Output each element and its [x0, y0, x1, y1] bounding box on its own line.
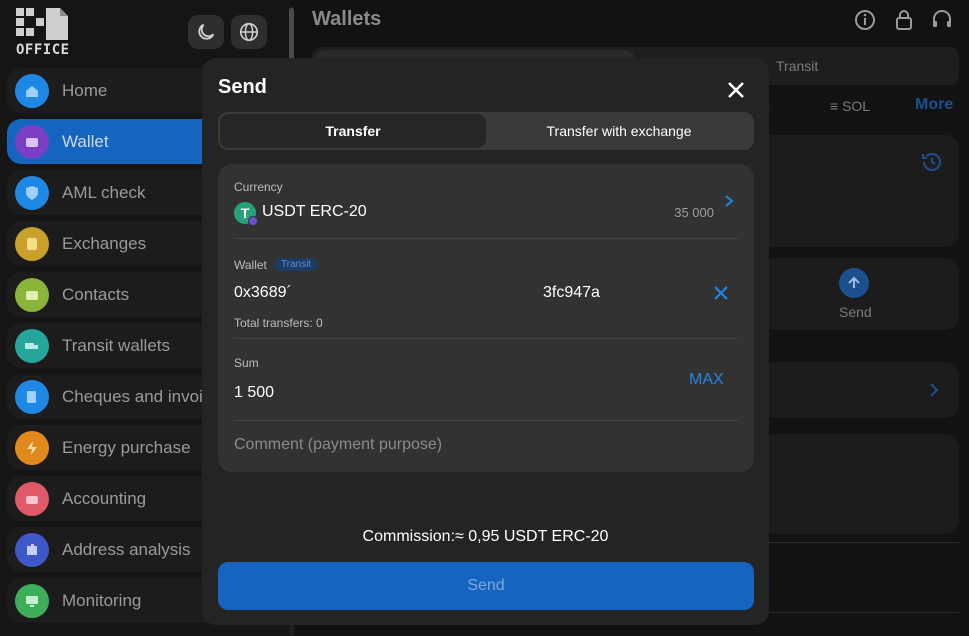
- transit-badge: Transit: [274, 258, 319, 271]
- divider: [234, 420, 738, 421]
- send-modal: Send Transfer Transfer with exchange Cur…: [202, 58, 769, 625]
- monitor-icon: [15, 583, 49, 618]
- briefcase-icon: [15, 481, 49, 516]
- divider: [760, 542, 959, 543]
- home-icon: [15, 73, 49, 108]
- theme-toggle-button[interactable]: [188, 15, 224, 49]
- tab-transfer-with-exchange[interactable]: Transfer with exchange: [486, 114, 752, 148]
- divider: [234, 338, 738, 339]
- globe-icon: [239, 22, 259, 42]
- sidebar-item-label: AML check: [62, 182, 146, 202]
- support-headset-icon[interactable]: [930, 8, 954, 32]
- sidebar-item-label: Accounting: [62, 488, 147, 508]
- language-button[interactable]: [231, 15, 267, 49]
- wallet-address-start[interactable]: 0x3689´: [234, 284, 292, 302]
- wallet-label: Wallet: [234, 258, 267, 272]
- send-button[interactable]: Send: [218, 562, 754, 610]
- page-title: Wallets: [312, 8, 382, 30]
- send-action-label: Send: [839, 304, 872, 320]
- currency-balance: 35 000: [674, 205, 714, 220]
- sum-input[interactable]: [234, 384, 654, 402]
- bolt-icon: [15, 430, 49, 465]
- arrow-up-icon: [848, 276, 860, 288]
- divider: [760, 612, 959, 613]
- close-icon[interactable]: [724, 78, 748, 102]
- network-chip-sol-label: SOL: [842, 98, 871, 114]
- sidebar-item-label: Monitoring: [62, 590, 142, 610]
- exchange-icon: [15, 226, 49, 261]
- sidebar-item-label: Home: [62, 80, 108, 100]
- ethereum-network-icon: [248, 216, 258, 226]
- history-icon[interactable]: [920, 150, 944, 174]
- wallet-icon: [15, 124, 49, 159]
- sol-icon: ≡: [830, 98, 843, 114]
- usdt-coin-icon: T: [234, 202, 258, 226]
- shield-icon: [15, 175, 49, 210]
- currency-label: Currency: [234, 180, 283, 194]
- divider: [234, 238, 738, 239]
- sidebar-item-label: Wallet: [62, 131, 109, 151]
- sidebar-item-label: Energy purchase: [62, 437, 191, 457]
- lock-icon[interactable]: [892, 8, 916, 32]
- tab-transfer[interactable]: Transfer: [220, 114, 486, 148]
- chevron-right-icon[interactable]: [722, 193, 736, 209]
- max-button[interactable]: MAX: [689, 371, 724, 389]
- sidebar-item-label: Address analysis: [62, 539, 191, 559]
- contacts-icon: [15, 277, 49, 312]
- sidebar-item-label: Transit wallets: [62, 335, 171, 355]
- transfer-mode-switch: Transfer Transfer with exchange: [218, 112, 754, 150]
- sidebar-item-label: Contacts: [62, 284, 130, 304]
- moon-icon: [198, 23, 215, 40]
- total-transfers: Total transfers: 0: [234, 316, 323, 330]
- sidebar-item-label: Exchanges: [62, 233, 147, 253]
- commission-text: Commission:≈ 0,95 USDT ERC-20: [362, 528, 609, 545]
- send-action-button[interactable]: [839, 268, 869, 298]
- network-chip-sol[interactable]: ≡ SOL: [830, 98, 870, 114]
- logo-text: OFFICE: [16, 42, 70, 58]
- more-link[interactable]: More: [915, 96, 953, 114]
- puzzle-icon: [15, 532, 49, 567]
- tab-transit[interactable]: Transit: [776, 58, 818, 74]
- info-card: [760, 434, 959, 534]
- truck-icon: [15, 328, 49, 363]
- wallet-address-end[interactable]: 3fc947a: [543, 284, 600, 302]
- chevron-right-icon: [930, 383, 939, 397]
- clear-wallet-icon[interactable]: [714, 286, 728, 300]
- info-icon[interactable]: [853, 8, 877, 32]
- cheque-icon: [15, 379, 49, 414]
- sum-label: Sum: [234, 356, 259, 370]
- send-form: Currency T USDT ERC-20 35 000 Wallet Tra…: [218, 164, 754, 472]
- currency-name[interactable]: USDT ERC-20: [262, 203, 367, 221]
- modal-title: Send: [218, 76, 267, 98]
- comment-input[interactable]: [234, 436, 734, 454]
